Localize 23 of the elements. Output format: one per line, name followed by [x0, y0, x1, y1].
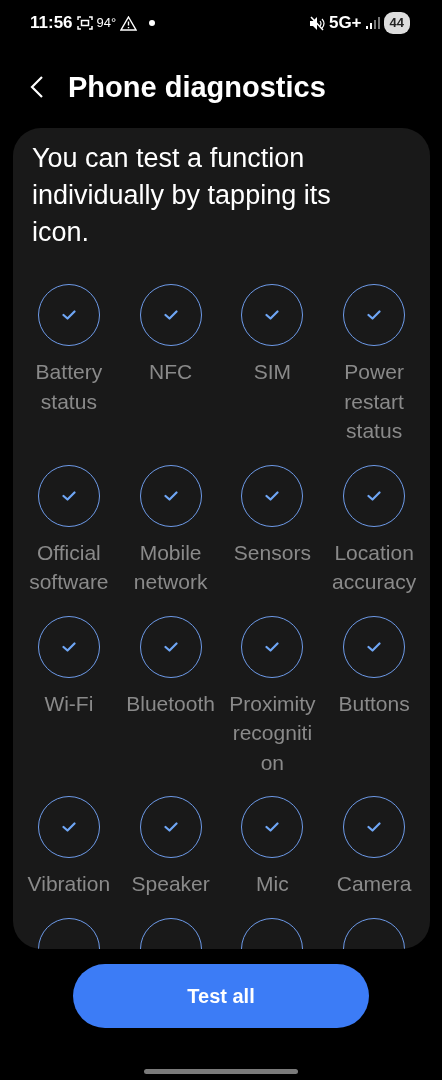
test-label: Power restart status	[343, 359, 405, 444]
battery-level: 44	[383, 12, 410, 34]
test-label: Location accuracy	[331, 539, 418, 595]
test-label: SIM	[253, 359, 292, 385]
test-label: Mic	[256, 871, 289, 897]
test-label: Vibration	[27, 871, 111, 897]
test-label: Wi-Fi	[44, 690, 94, 717]
test-label: Official software	[28, 539, 110, 595]
temperature-text: 94°	[96, 14, 117, 33]
intro-text: You can test a function individually by tapping its icon.	[31, 142, 332, 249]
test-label: Battery status	[34, 359, 104, 415]
clock-time: 11:56	[30, 12, 73, 35]
test-label: Mobile network	[132, 539, 209, 595]
test-label: Speaker	[131, 871, 210, 897]
network-text: 5G+	[328, 12, 362, 35]
test-label: Buttons	[338, 690, 410, 717]
test-label: Camera	[336, 871, 412, 897]
test-label: Sensors	[233, 539, 311, 566]
test-all-button[interactable]: Test all	[73, 964, 369, 1028]
test-label: NFC	[149, 359, 193, 385]
test-label: Bluetooth	[126, 690, 215, 717]
page-title: Phone diagnostics	[68, 69, 326, 105]
test-label: Proximity recogniti on	[228, 690, 317, 776]
